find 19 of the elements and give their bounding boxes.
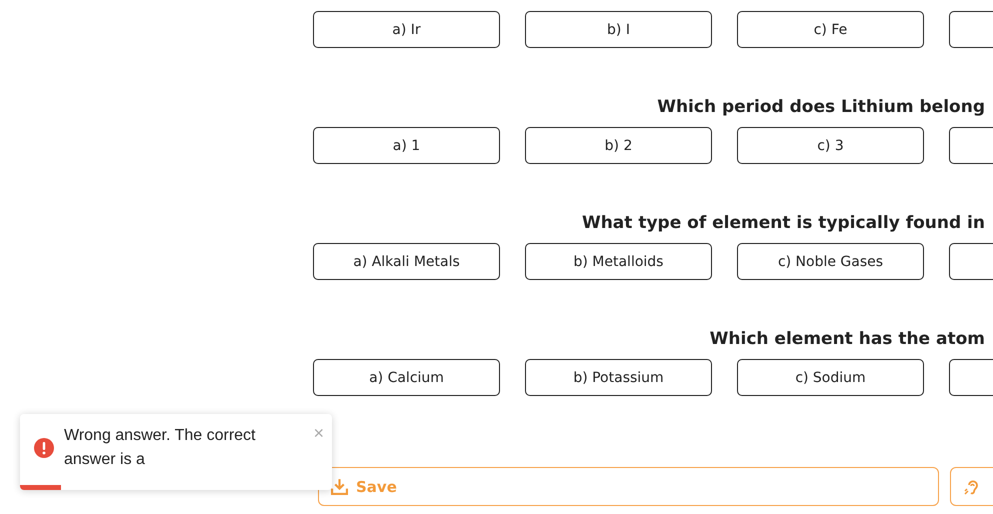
answer-option[interactable]: a) 1 <box>313 127 500 164</box>
answer-option[interactable]: a) Ir <box>313 11 500 48</box>
answer-option[interactable]: b) 2 <box>525 127 712 164</box>
question-text: What type of element is typically found in <box>580 212 986 235</box>
answer-option[interactable]: c) 3 <box>737 127 924 164</box>
answer-option[interactable]: c) Noble Gases <box>737 243 924 280</box>
answer-option[interactable]: b) I <box>525 11 712 48</box>
answer-option[interactable]: c) Fe <box>737 11 924 48</box>
answer-option[interactable]: a) Alkali Metals <box>313 243 500 280</box>
answer-option[interactable]: c) Sodium <box>737 359 924 396</box>
alert-icon <box>34 438 54 458</box>
answer-option[interactable]: b) Metalloids <box>525 243 712 280</box>
answer-option[interactable]: b) Potassium <box>525 359 712 396</box>
download-icon <box>331 478 348 495</box>
toast-message: Wrong answer. The correct answer is a <box>64 426 256 470</box>
ear-icon <box>963 478 981 496</box>
question-text: Which period does Lithium belong <box>656 96 986 119</box>
answer-option[interactable]: a) Calcium <box>313 359 500 396</box>
question-text: Which element has the atom <box>708 328 986 351</box>
